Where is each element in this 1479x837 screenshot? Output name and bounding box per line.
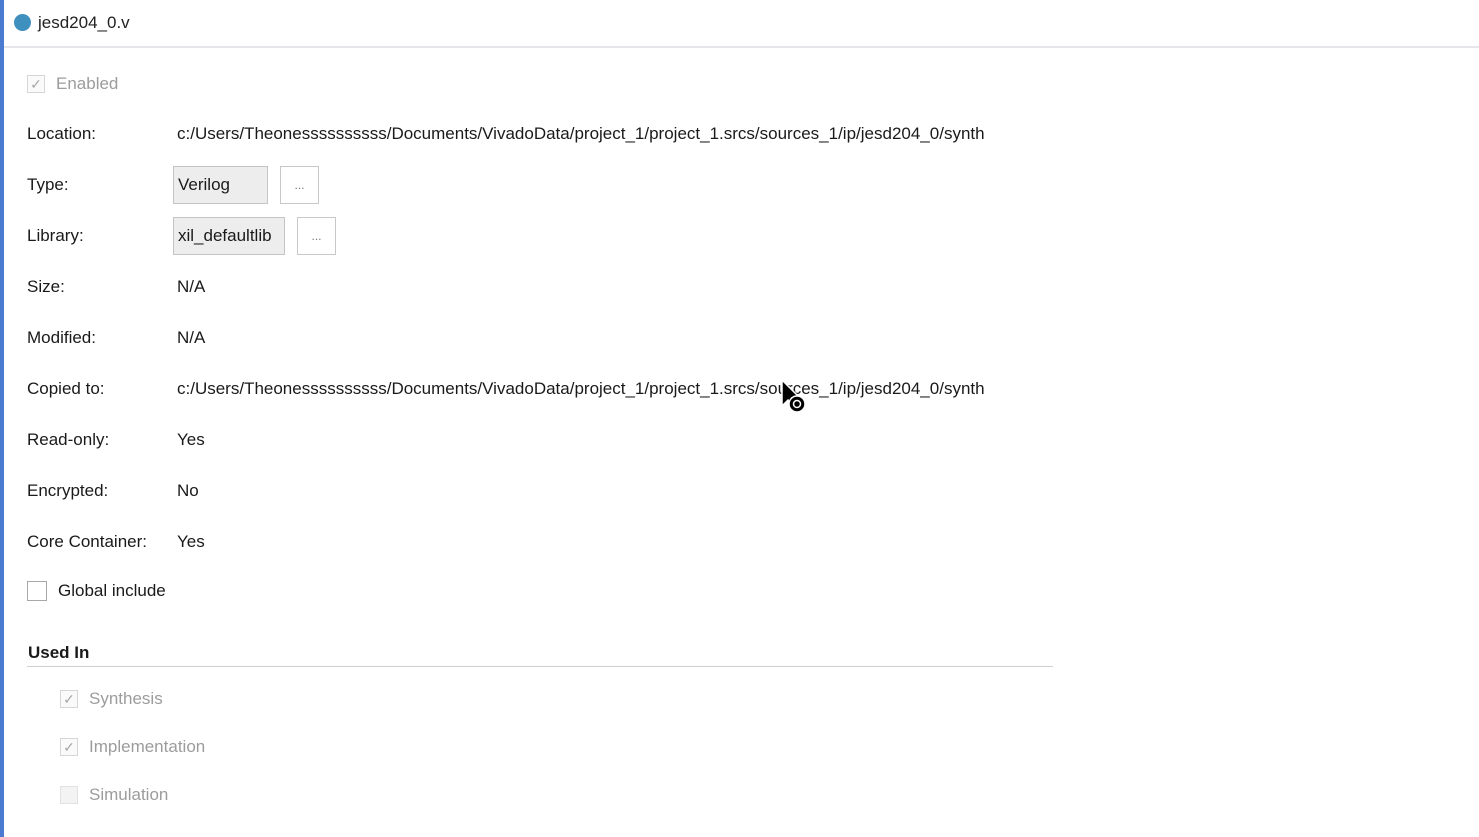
simulation-row[interactable]: Simulation: [60, 785, 168, 805]
type-label: Type:: [27, 175, 69, 194]
global-include-row[interactable]: Global include: [27, 581, 166, 601]
size-value: N/A: [177, 277, 206, 296]
enabled-checkbox[interactable]: ✓: [27, 75, 45, 93]
used-in-divider: [27, 666, 1053, 667]
implementation-row[interactable]: ✓ Implementation: [60, 737, 205, 757]
file-status-dot-icon: [14, 14, 31, 31]
synthesis-label: Synthesis: [89, 689, 163, 708]
location-label: Location:: [27, 124, 96, 143]
read-only-label: Read-only:: [27, 430, 110, 449]
synthesis-checkbox[interactable]: ✓: [60, 690, 78, 708]
synthesis-row[interactable]: ✓ Synthesis: [60, 689, 163, 709]
library-field[interactable]: xil_defaultlib: [173, 217, 285, 255]
file-name: jesd204_0.v: [38, 13, 130, 32]
location-value: c:/Users/Theonessssssssss/Documents/Viva…: [177, 124, 985, 143]
global-include-label: Global include: [58, 581, 166, 600]
enabled-label: Enabled: [56, 74, 119, 93]
enabled-checkbox-row[interactable]: ✓ Enabled: [27, 74, 118, 94]
copied-to-label: Copied to:: [27, 379, 105, 398]
type-field[interactable]: Verilog: [173, 166, 268, 204]
file-header: jesd204_0.v: [4, 0, 1479, 48]
simulation-label: Simulation: [89, 785, 169, 804]
modified-value: N/A: [177, 328, 206, 347]
core-container-label: Core Container:: [27, 532, 148, 551]
left-accent-bar: [0, 0, 4, 837]
used-in-title: Used In: [28, 643, 90, 662]
encrypted-label: Encrypted:: [27, 481, 109, 500]
modified-label: Modified:: [27, 328, 96, 347]
library-label: Library:: [27, 226, 84, 245]
library-browse-button[interactable]: ...: [297, 217, 336, 255]
implementation-checkbox[interactable]: ✓: [60, 738, 78, 756]
core-container-value: Yes: [177, 532, 205, 551]
encrypted-value: No: [177, 481, 199, 500]
simulation-checkbox[interactable]: [60, 786, 78, 804]
type-browse-button[interactable]: ...: [280, 166, 319, 204]
read-only-value: Yes: [177, 430, 205, 449]
global-include-checkbox[interactable]: [27, 581, 47, 601]
mouse-cursor-icon: [781, 378, 806, 413]
size-label: Size:: [27, 277, 65, 296]
copied-to-value: c:/Users/Theonessssssssss/Documents/Viva…: [177, 379, 985, 398]
implementation-label: Implementation: [89, 737, 206, 756]
